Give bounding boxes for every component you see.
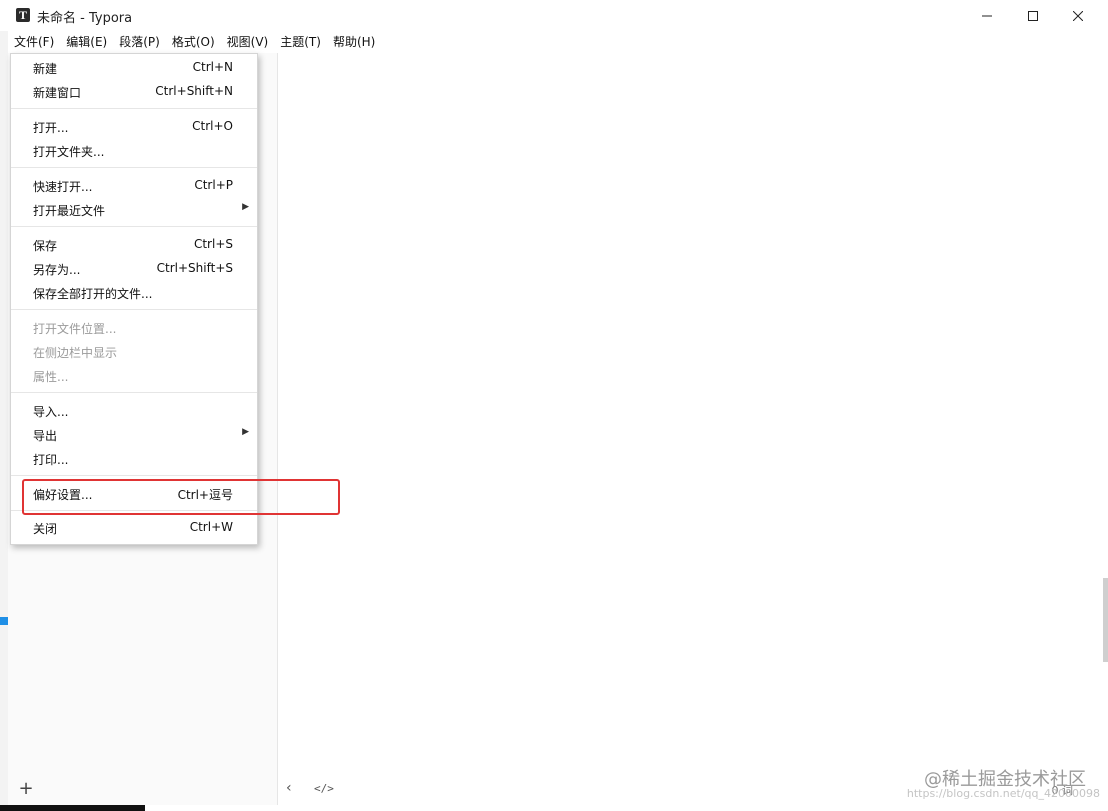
- menu-item-save[interactable]: 保存 Ctrl+S: [11, 233, 257, 257]
- minimize-button[interactable]: [964, 0, 1010, 31]
- menu-item-reveal-in-sidebar: 在侧边栏中显示: [33, 346, 118, 360]
- menu-item-open[interactable]: 打开... Ctrl+O: [11, 115, 257, 139]
- menu-item-print[interactable]: 打印...: [11, 447, 257, 471]
- close-icon: [1073, 10, 1083, 21]
- menu-separator: [11, 392, 257, 393]
- highlight-annotation-box: [22, 479, 340, 515]
- submenu-arrow-icon: ▶: [242, 427, 249, 437]
- menu-item-properties: 属性...: [33, 370, 69, 384]
- menu-theme[interactable]: 主题(T): [274, 31, 327, 53]
- taskbar-edge: [0, 805, 145, 811]
- close-button[interactable]: [1055, 0, 1101, 31]
- menu-item-export[interactable]: 导出 ▶: [11, 423, 257, 447]
- menu-separator: [11, 309, 257, 310]
- menu-item-import[interactable]: 导入...: [11, 399, 257, 423]
- menu-format[interactable]: 格式(O): [166, 31, 221, 53]
- maximize-icon: [1028, 10, 1038, 21]
- menu-item-save-all[interactable]: 保存全部打开的文件...: [11, 281, 257, 305]
- editor-area[interactable]: [278, 53, 1103, 805]
- menu-item-new[interactable]: 新建 Ctrl+N: [11, 56, 257, 80]
- menu-item-open-file-location: 打开文件位置...: [33, 322, 117, 336]
- file-menu-dropdown: 新建 Ctrl+N 新建窗口 Ctrl+Shift+N 打开... Ctrl+O…: [10, 53, 258, 545]
- title-bar: T 未命名 - Typora: [0, 0, 1108, 32]
- menu-bar: 文件(F) 编辑(E) 段落(P) 格式(O) 视图(V) 主题(T) 帮助(H…: [8, 31, 1108, 53]
- menu-separator: [11, 226, 257, 227]
- menu-separator: [11, 475, 257, 476]
- menu-edit[interactable]: 编辑(E): [60, 31, 113, 53]
- watermark-url: https://blog.csdn.net/qq_42000098: [906, 787, 1100, 800]
- menu-item-save-as[interactable]: 另存为... Ctrl+Shift+S: [11, 257, 257, 281]
- typora-icon: T: [16, 8, 30, 22]
- window-title: 未命名 - Typora: [37, 11, 133, 26]
- edge-accent: [0, 617, 8, 625]
- menu-file[interactable]: 文件(F): [8, 31, 61, 53]
- menu-help[interactable]: 帮助(H): [327, 31, 381, 53]
- menu-item-open-folder[interactable]: 打开文件夹...: [11, 139, 257, 163]
- maximize-button[interactable]: [1010, 0, 1056, 31]
- typora-window: T 未命名 - Typora 文件(F) 编辑(E) 段落(P) 格式(O) 视…: [0, 0, 1108, 811]
- menu-separator: [11, 108, 257, 109]
- menu-item-close[interactable]: 关闭 Ctrl+W: [11, 516, 257, 540]
- menu-item-new-window[interactable]: 新建窗口 Ctrl+Shift+N: [11, 80, 257, 104]
- submenu-arrow-icon: ▶: [242, 202, 249, 212]
- menu-paragraph[interactable]: 段落(P): [113, 31, 166, 53]
- scrollbar-thumb[interactable]: [1103, 578, 1108, 662]
- sidebar-footer: +: [8, 775, 277, 805]
- menu-separator: [11, 167, 257, 168]
- chevron-left-icon[interactable]: ‹: [286, 780, 292, 796]
- menu-view[interactable]: 视图(V): [221, 31, 275, 53]
- source-code-toggle[interactable]: </>: [314, 782, 334, 795]
- window-left-edge: [0, 31, 8, 811]
- menu-item-open-recent[interactable]: 打开最近文件 ▶: [11, 198, 257, 222]
- menu-item-quick-open[interactable]: 快速打开... Ctrl+P: [11, 174, 257, 198]
- plus-icon[interactable]: +: [16, 779, 36, 799]
- minimize-icon: [982, 15, 992, 16]
